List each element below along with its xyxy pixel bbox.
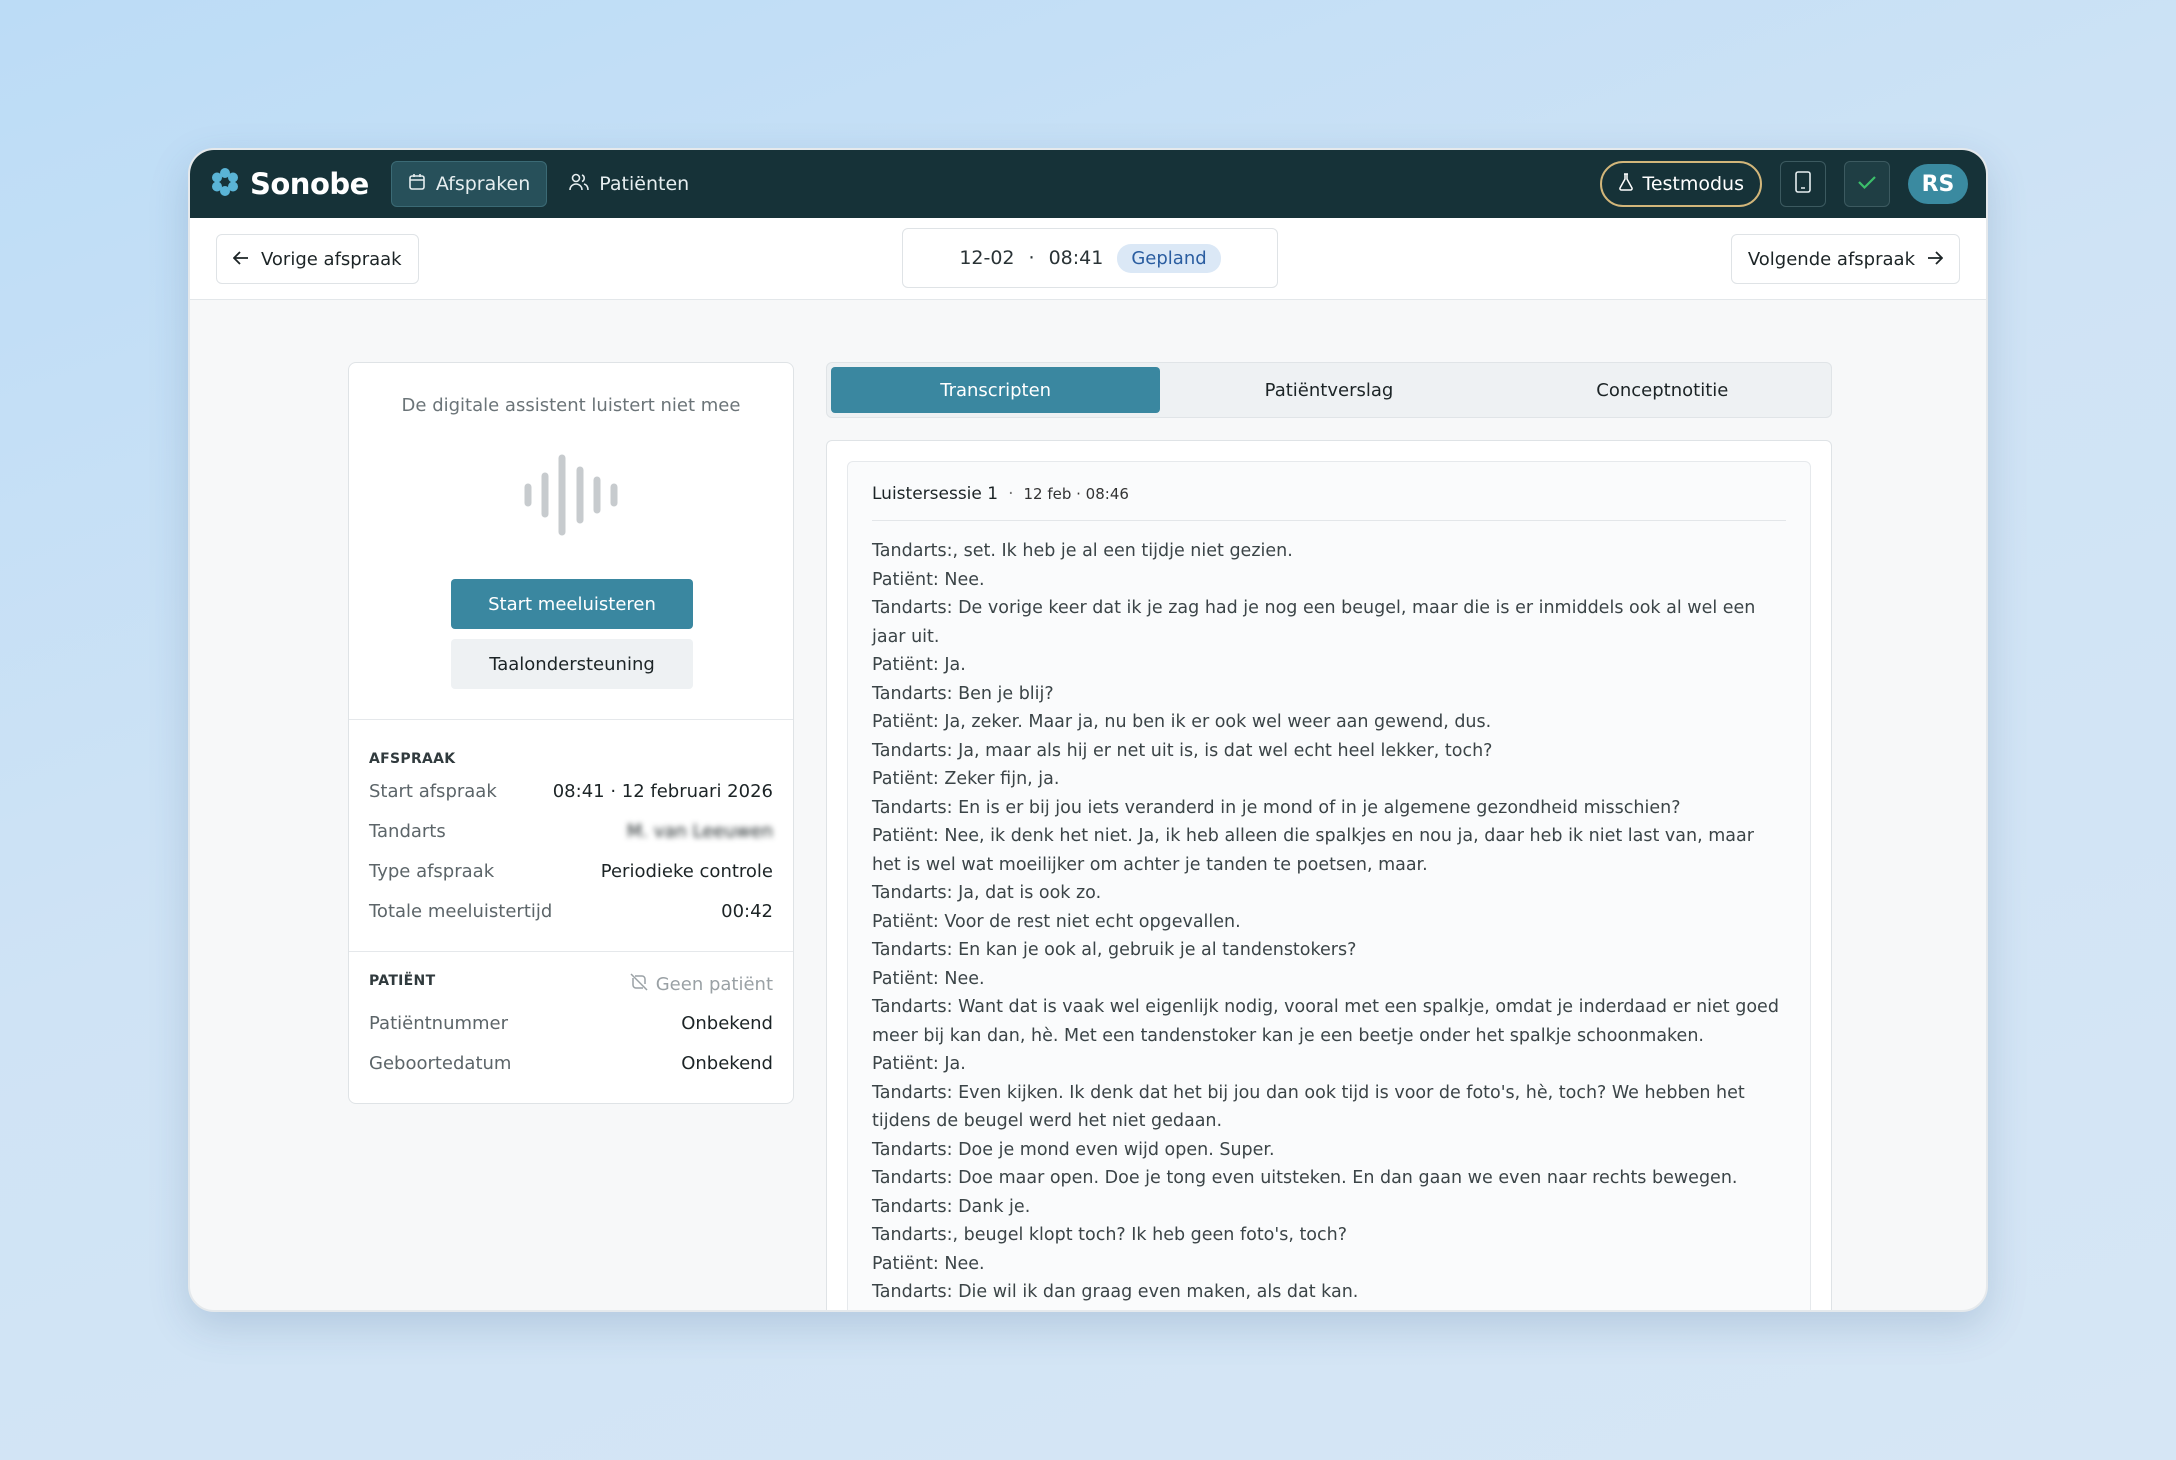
transcript-line: Patiënt: Nee. (872, 1253, 985, 1274)
next-appointment-label: Volgende afspraak (1747, 248, 1915, 270)
appointment-row-type: Type afspraak Periodieke controle (369, 861, 773, 882)
testmode-label: Testmodus (1642, 173, 1744, 195)
flask-icon (1618, 172, 1634, 196)
audio-waveform-icon (349, 452, 793, 538)
row-label: Tandarts (369, 821, 446, 842)
assistant-status-text: De digitale assistent luistert niet mee (401, 395, 741, 416)
transcript-line: Tandarts: Die wil ik dan graag even make… (872, 1282, 1359, 1302)
nav-item-patienten[interactable]: Patiënten (553, 161, 705, 207)
appointment-time: 08:41 (1048, 247, 1104, 269)
transcript-line: Tandarts: De vorige keer dat ik je zag h… (872, 598, 1756, 647)
divider (349, 951, 793, 952)
appointment-row-start: Start afspraak 08:41 · 12 februari 2026 (369, 781, 773, 802)
appointment-row-dentist: Tandarts M. van Leeuwen (369, 821, 773, 842)
transcript-line: Tandarts: Want dat is vaak wel eigenlijk… (872, 997, 1779, 1046)
no-patient-button[interactable]: Geen patiënt (630, 973, 773, 996)
appointment-navigation-bar: Vorige afspraak 12-02 · 08:41 Gepland Vo… (190, 218, 1986, 300)
patient-section-title: PATIËNT (369, 973, 436, 989)
status-badge: Gepland (1117, 243, 1221, 273)
patient-section-header: PATIËNT Geen patiënt (369, 973, 773, 996)
top-navigation-bar: Sonobe Afspraken Patiënten Testmodus RS (190, 150, 1986, 218)
session-header: Luistersessie 1 · 12 feb · 08:46 (872, 484, 1786, 521)
row-label: Geboortedatum (369, 1053, 512, 1074)
previous-appointment-button[interactable]: Vorige afspraak (216, 234, 419, 284)
nav-item-afspraken[interactable]: Afspraken (390, 161, 548, 207)
tab-conceptnotitie[interactable]: Conceptnotitie (1497, 367, 1827, 413)
appointment-date-selector[interactable]: 12-02 · 08:41 Gepland (902, 228, 1278, 288)
arrow-right-icon (1927, 249, 1944, 270)
transcript-line: Patiënt: Ja, zeker. Maar ja, nu ben ik e… (872, 712, 1492, 732)
no-patient-label: Geen patiënt (655, 974, 773, 995)
no-link-icon (630, 973, 648, 996)
app-name: Sonobe (250, 167, 369, 201)
transcript-line: Tandarts: En kan je ook al, gebruik je a… (872, 940, 1357, 960)
tablet-icon (1795, 171, 1811, 197)
row-label: Type afspraak (369, 861, 495, 882)
start-listening-button[interactable]: Start meeluisteren (451, 579, 693, 629)
app-window: Sonobe Afspraken Patiënten Testmodus RS … (188, 148, 1988, 1312)
transcript-lines: Tandarts:, set. Ik heb je al een tijdje … (872, 537, 1786, 1311)
row-label: Start afspraak (369, 781, 497, 802)
check-icon (1857, 174, 1877, 194)
sonobe-logo-icon (210, 167, 240, 201)
row-value: 08:41 · 12 februari 2026 (552, 781, 773, 802)
testmode-button[interactable]: Testmodus (1600, 161, 1762, 207)
brand[interactable]: Sonobe (210, 167, 369, 201)
transcript-line: Patiënt: Ja. (872, 655, 966, 675)
calendar-icon (408, 173, 426, 196)
users-icon (569, 173, 590, 196)
avatar[interactable]: RS (1908, 164, 1968, 204)
transcript-line: Patiënt: Nee. (872, 569, 985, 590)
appointment-info-card: De digitale assistent luistert niet mee … (348, 362, 794, 1104)
device-button[interactable] (1780, 161, 1826, 207)
divider (349, 719, 793, 720)
transcript-line: Tandarts: Ja, dat is ook zo. (872, 883, 1102, 903)
row-value: M. van Leeuwen (626, 821, 773, 842)
transcript-line: Patiënt: Ja. Ik weet al wat je moet doen… (872, 1307, 1786, 1311)
tab-transcripten[interactable]: Transcripten (831, 367, 1161, 413)
appointment-section-title: AFSPRAAK (369, 751, 456, 767)
transcript-line: Tandarts: En is er bij jou iets verander… (872, 797, 1681, 818)
appointment-date: 12-02 (959, 247, 1015, 269)
transcript-session-card: Luistersessie 1 · 12 feb · 08:46 Tandart… (847, 461, 1811, 1311)
transcript-line: Patiënt: Voor de rest niet echt opgevall… (872, 911, 1241, 932)
transcript-line: Tandarts: Dank je. (872, 1196, 1031, 1217)
transcript-line: Tandarts:, set. Ik heb je al een tijdje … (872, 541, 1293, 561)
row-value: Periodieke controle (600, 861, 773, 882)
nav-item-label: Afspraken (435, 173, 531, 195)
transcript-line: Tandarts: Even kijken. Ik denk dat het b… (872, 1082, 1745, 1132)
row-label: Patiëntnummer (369, 1013, 509, 1034)
patient-row-birthdate: Geboortedatum Onbekend (369, 1053, 773, 1074)
language-support-button[interactable]: Taalondersteuning (451, 639, 693, 689)
transcript-line: Tandarts: Ja, maar als hij er net uit is… (872, 740, 1493, 761)
appointment-row-listen-time: Totale meeluistertijd 00:42 (369, 901, 773, 922)
transcript-line: Patiënt: Nee. (872, 968, 985, 989)
transcript-line: Tandarts: Doe maar open. Doe je tong eve… (872, 1168, 1738, 1188)
row-value: Onbekend (681, 1013, 773, 1034)
next-appointment-button[interactable]: Volgende afspraak (1730, 234, 1960, 284)
transcript-line: Patiënt: Ja. (872, 1054, 966, 1074)
session-title: Luistersessie 1 (872, 484, 999, 504)
previous-appointment-label: Vorige afspraak (261, 248, 402, 270)
session-time: 12 feb · 08:46 (1023, 485, 1129, 503)
transcript-line: Tandarts: Ben je blij? (872, 683, 1054, 704)
row-value: 00:42 (721, 901, 773, 922)
patient-row-number: Patiëntnummer Onbekend (369, 1013, 773, 1034)
nav-item-label: Patiënten (599, 173, 690, 195)
transcript-panel[interactable]: Luistersessie 1 · 12 feb · 08:46 Tandart… (826, 440, 1832, 1311)
tab-patientverslag[interactable]: Patiëntverslag (1164, 367, 1494, 413)
transcript-line: Tandarts: Doe je mond even wijd open. Su… (872, 1139, 1275, 1160)
content-tabs: Transcripten Patiëntverslag Conceptnotit… (826, 362, 1832, 418)
row-label: Totale meeluistertijd (369, 901, 553, 922)
row-value: Onbekend (681, 1053, 773, 1074)
transcript-line: Patiënt: Nee, ik denk het niet. Ja, ik h… (872, 826, 1754, 875)
status-check-button[interactable] (1844, 161, 1890, 207)
session-separator: · (1008, 484, 1014, 504)
transcript-line: Patiënt: Zeker fijn, ja. (872, 769, 1060, 789)
arrow-left-icon (232, 249, 249, 270)
date-separator: · (1028, 247, 1035, 269)
transcript-line: Tandarts:, beugel klopt toch? Ik heb gee… (872, 1225, 1348, 1245)
